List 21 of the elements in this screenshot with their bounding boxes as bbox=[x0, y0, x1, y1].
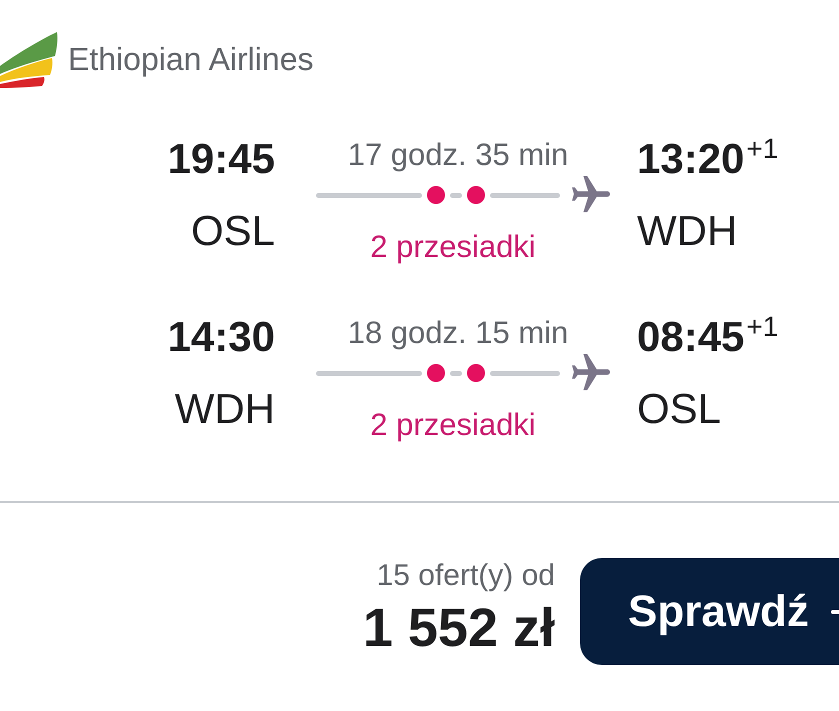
arrival-airport: OSL bbox=[637, 385, 722, 433]
arrival-time: 13:20 bbox=[637, 135, 744, 183]
departure-airport: OSL bbox=[190, 207, 275, 255]
airplane-icon bbox=[572, 354, 610, 392]
departure-airport: WDH bbox=[174, 385, 275, 433]
airplane-icon bbox=[572, 176, 610, 214]
airline-name: Ethiopian Airlines bbox=[68, 40, 314, 79]
arrival-time: 08:45 bbox=[637, 313, 744, 361]
stops-count: 2 przesiadki bbox=[370, 406, 537, 444]
offers-count: 15 ofert(y) od bbox=[376, 558, 555, 594]
stops-count: 2 przesiadki bbox=[370, 228, 537, 266]
flight-duration: 18 godz. 15 min bbox=[348, 314, 570, 352]
day-offset: +1 bbox=[746, 135, 778, 163]
departure-time: 14:30 bbox=[168, 313, 275, 361]
check-button[interactable]: Sprawdź bbox=[580, 558, 839, 665]
departure-time: 19:45 bbox=[168, 135, 275, 183]
airline-logo-icon bbox=[0, 30, 58, 88]
day-offset: +1 bbox=[746, 313, 778, 341]
arrival-airport: WDH bbox=[637, 207, 738, 255]
flight-duration: 17 godz. 35 min bbox=[348, 136, 570, 174]
price: 1 552 zł bbox=[362, 598, 555, 658]
